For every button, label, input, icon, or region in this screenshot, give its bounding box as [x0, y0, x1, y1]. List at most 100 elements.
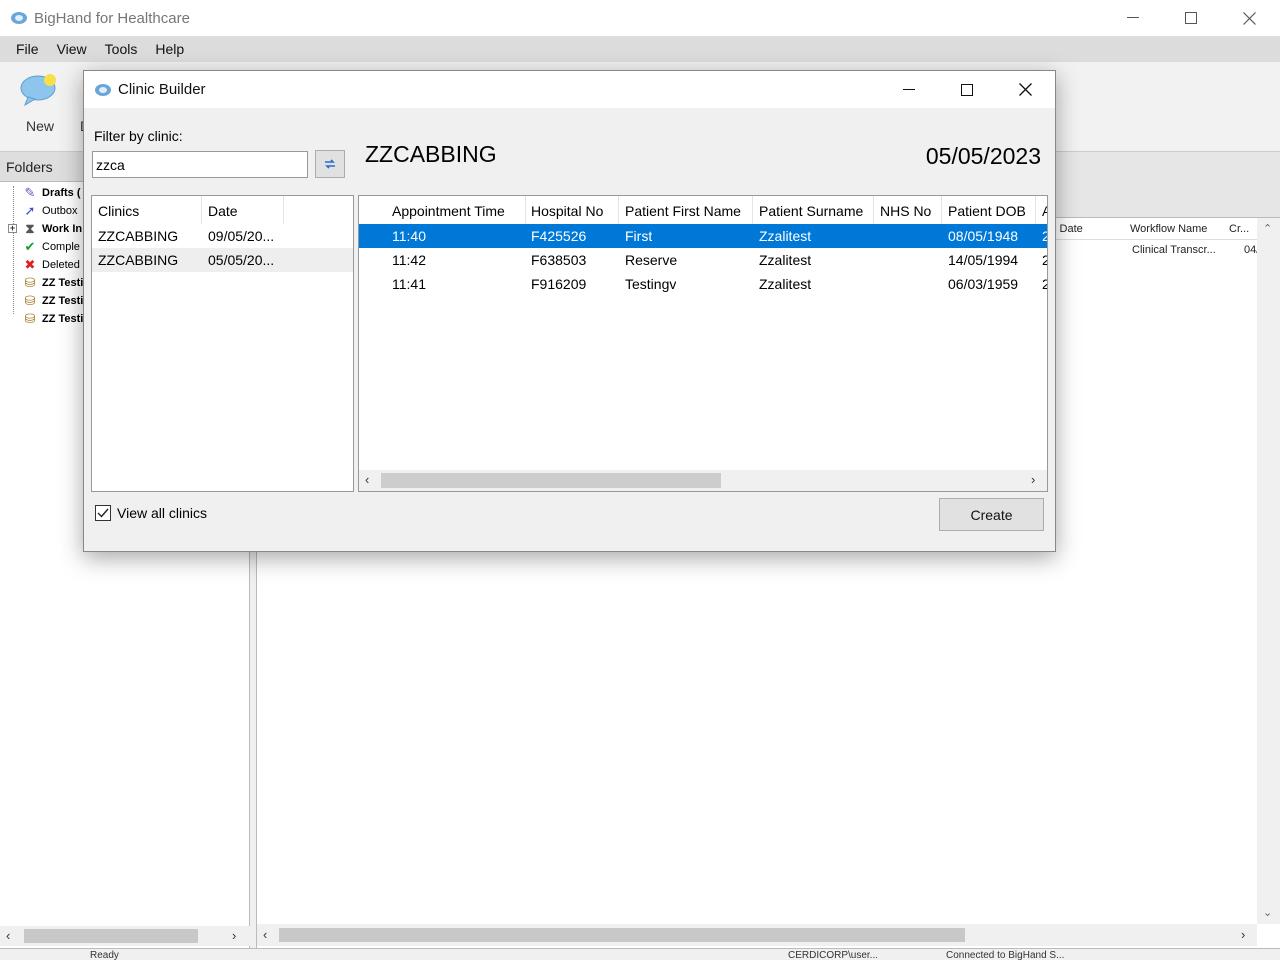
status-connection: Connected to BigHand S... — [946, 950, 1065, 960]
dialog-minimize-button[interactable] — [880, 71, 938, 108]
expand-icon[interactable]: + — [8, 224, 17, 233]
user-folder-icon: ⛁ — [24, 311, 36, 326]
scroll-left-icon[interactable]: ‹ — [263, 927, 267, 942]
dialog-close-button[interactable] — [996, 71, 1054, 108]
column-header-workflow-name[interactable]: Workflow Name — [1130, 223, 1207, 235]
appointment-time: 11:40 — [392, 228, 426, 244]
app-title: BigHand for Healthcare — [34, 9, 190, 27]
dictation-vertical-scrollbar[interactable]: ⌃ ⌄ — [1257, 218, 1280, 924]
user-folder-icon: ⛁ — [24, 293, 36, 308]
folder-label: ZZ Testi — [42, 277, 84, 289]
clinic-date: 05/05/20... — [208, 252, 275, 268]
clinic-row[interactable]: ZZCABBING 09/05/20... — [92, 224, 353, 248]
new-dictation-icon — [20, 74, 56, 107]
column-header-nhs-no[interactable]: NHS No — [874, 196, 942, 224]
checkbox-box[interactable] — [95, 505, 111, 521]
patient-dob: 14/05/1994 — [948, 252, 1019, 268]
selected-clinic-heading: ZZCABBING — [365, 141, 497, 167]
dialog-maximize-button[interactable] — [938, 71, 996, 108]
dictation-row-workflow[interactable]: Clinical Transcr... — [1132, 244, 1216, 256]
column-header-created[interactable]: Cr... — [1229, 223, 1249, 235]
appointment-horizontal-scrollbar[interactable]: ‹ › — [359, 470, 1047, 491]
patient-first-name: Reserve — [625, 252, 678, 268]
maximize-button[interactable] — [1162, 0, 1220, 36]
patient-surname: Zzalitest — [759, 228, 812, 244]
appointment-time: 11:42 — [392, 252, 426, 268]
menu-file[interactable]: File — [7, 41, 48, 57]
scroll-right-icon[interactable]: › — [232, 928, 236, 943]
status-bar: Ready CERDICORP\user... Connected to Big… — [0, 948, 1280, 960]
view-all-clinics-checkbox[interactable]: View all clinics — [95, 505, 207, 521]
menu-tools[interactable]: Tools — [96, 41, 147, 57]
column-header-patient-first-name[interactable]: Patient First Name — [619, 196, 753, 224]
refresh-icon — [325, 159, 335, 169]
folder-label: Deleted — [42, 259, 80, 271]
menu-view[interactable]: View — [48, 41, 96, 57]
scroll-thumb[interactable] — [381, 473, 721, 488]
folder-label: ZZ Testi — [42, 313, 84, 325]
user-folder-icon: ⛁ — [24, 275, 36, 290]
appointment-list-header: Appointment Time Hospital No Patient Fir… — [359, 196, 1047, 224]
folder-label: Work In — [42, 223, 83, 235]
filter-label: Filter by clinic: — [94, 128, 183, 144]
close-icon — [1242, 11, 1256, 25]
scroll-left-icon[interactable]: ‹ — [365, 472, 369, 487]
scroll-down-icon[interactable]: ⌄ — [1263, 906, 1272, 919]
patient-first-name: First — [625, 228, 653, 244]
status-text: Ready — [90, 950, 119, 960]
selected-clinic-date: 05/05/2023 — [925, 143, 1041, 169]
dialog-title: Clinic Builder — [118, 81, 206, 98]
new-button-label: New — [25, 118, 54, 134]
column-header-appointment-time[interactable]: Appointment Time — [386, 196, 526, 224]
clinic-row-selected[interactable]: ZZCABBING 05/05/20... — [92, 248, 353, 272]
column-header-extra[interactable]: A — [1036, 196, 1047, 224]
minimize-button[interactable] — [1104, 0, 1162, 36]
scroll-right-icon[interactable]: › — [1031, 472, 1035, 487]
app-titlebar: BigHand for Healthcare — [0, 0, 1280, 36]
folder-label: Drafts ( — [42, 187, 81, 199]
appointment-time: 11:41 — [392, 276, 426, 292]
folders-horizontal-scrollbar[interactable]: ‹ › — [0, 926, 250, 946]
clinic-date: 09/05/20... — [208, 228, 275, 244]
new-button[interactable]: New — [14, 68, 66, 138]
menu-bar: File View Tools Help — [0, 36, 1280, 62]
extra-cell: 2 — [1042, 252, 1047, 268]
appointment-row[interactable]: 11:41 F916209 Testingv Zzalitest 06/03/1… — [359, 272, 1047, 296]
column-header-hospital-no[interactable]: Hospital No — [525, 196, 619, 224]
minimize-icon — [1127, 17, 1139, 18]
maximize-icon — [1185, 12, 1197, 24]
extra-cell: 2 — [1042, 276, 1047, 292]
patient-dob: 08/05/1948 — [948, 228, 1019, 244]
checkmark-icon — [97, 508, 109, 518]
column-header-date[interactable]: Date — [202, 196, 284, 224]
menu-help[interactable]: Help — [146, 41, 193, 57]
cross-icon: ✖ — [24, 257, 36, 272]
folder-label: Outbox — [42, 205, 78, 217]
appointment-row-selected[interactable]: 11:40 F425526 First Zzalitest 08/05/1948… — [359, 224, 1047, 248]
bighand-logo-icon — [11, 12, 27, 24]
clinic-filter-input[interactable] — [92, 151, 308, 178]
scroll-right-icon[interactable]: › — [1241, 927, 1245, 942]
view-all-clinics-label: View all clinics — [117, 505, 207, 521]
column-header-patient-dob[interactable]: Patient DOB — [942, 196, 1036, 224]
scroll-left-icon[interactable]: ‹ — [6, 928, 10, 943]
appointment-row[interactable]: 11:42 F638503 Reserve Zzalitest 14/05/19… — [359, 248, 1047, 272]
create-button[interactable]: Create — [939, 498, 1044, 531]
dictation-horizontal-scrollbar[interactable]: ‹ › — [257, 924, 1257, 946]
checkmark-icon: ✔ — [24, 239, 36, 254]
patient-first-name: Testingv — [625, 276, 677, 292]
patient-dob: 06/03/1959 — [948, 276, 1019, 292]
close-icon — [1018, 83, 1032, 96]
status-user: CERDICORP\user... — [788, 950, 879, 960]
scroll-thumb[interactable] — [24, 929, 198, 943]
column-header-patient-surname[interactable]: Patient Surname — [753, 196, 874, 224]
refresh-button[interactable] — [315, 150, 345, 178]
extra-cell: 2 — [1042, 228, 1047, 244]
patient-surname: Zzalitest — [759, 252, 812, 268]
scroll-thumb[interactable] — [279, 928, 965, 942]
scroll-up-icon[interactable]: ⌃ — [1263, 222, 1272, 235]
close-button[interactable] — [1220, 0, 1278, 36]
folder-label: Comple — [42, 241, 80, 253]
column-header-clinics[interactable]: Clinics — [92, 196, 202, 224]
minimize-icon — [903, 88, 915, 90]
